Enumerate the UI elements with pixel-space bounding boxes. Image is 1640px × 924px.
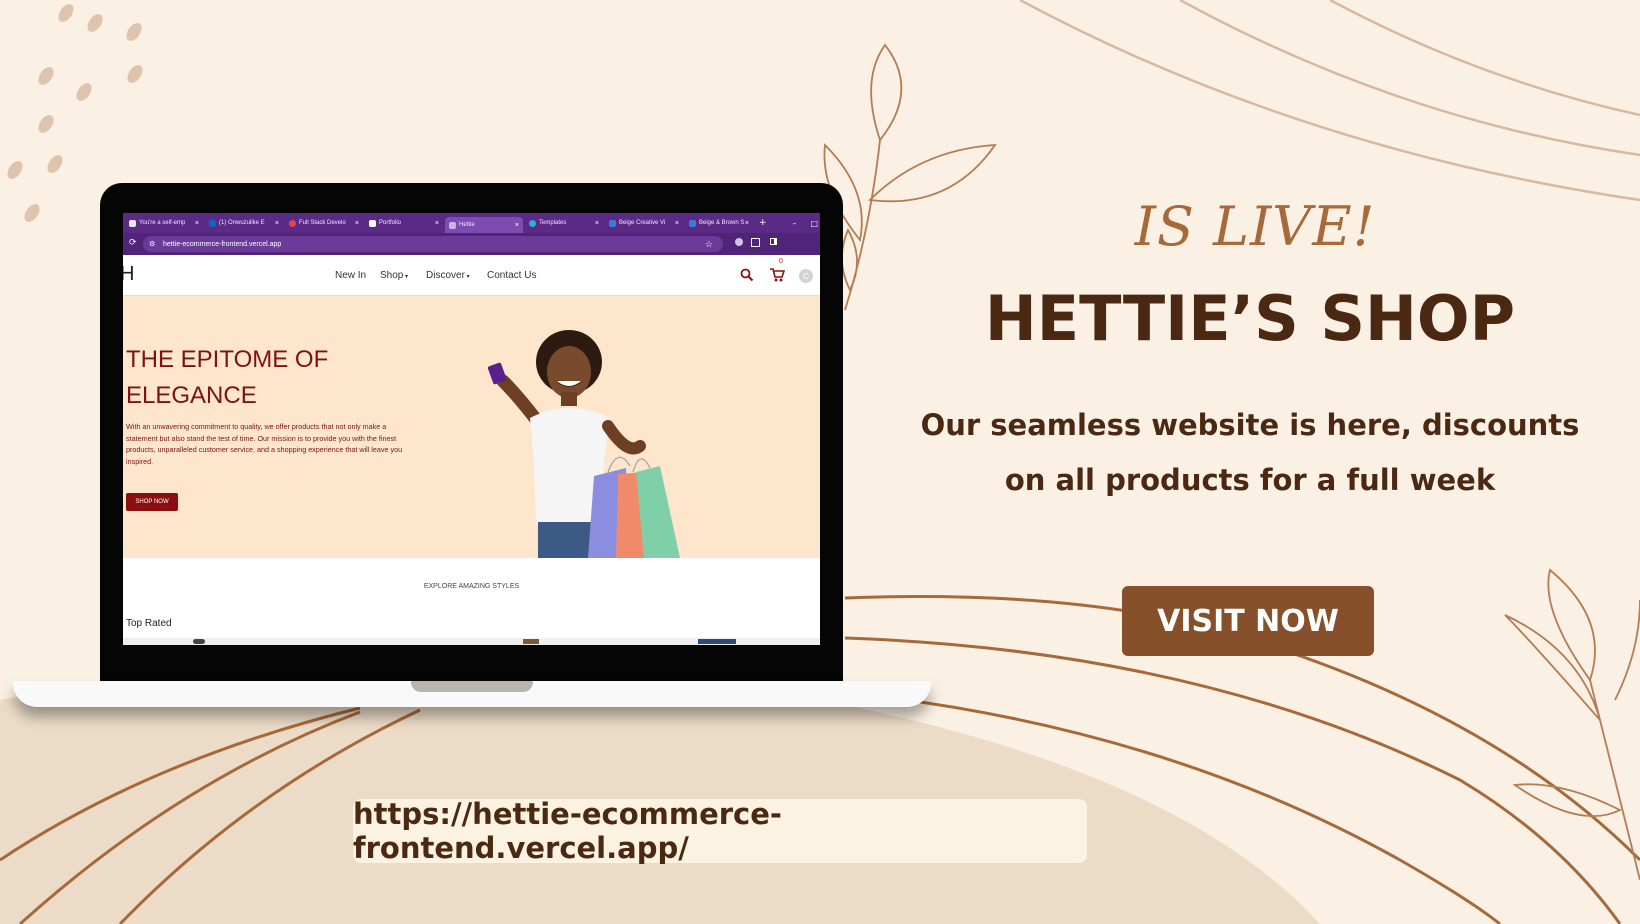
tab-favicon-icon [449,221,456,229]
nav-new-in[interactable]: New In [335,270,366,281]
nav-shop[interactable]: Shop ▾ [380,270,408,281]
hero-title: THE EPITOME OF ELEGANCE [126,342,426,414]
site-logo[interactable]: H [123,263,134,286]
minimize-button[interactable]: – [792,219,796,228]
address-input[interactable]: ⚙ hettie-ecommerce-frontend.vercel.app ☆ [143,236,723,252]
tab-label: Beige Creative Vi [619,220,666,226]
site-info-icon[interactable]: ⚙ [149,240,155,248]
tab-favicon-icon [369,219,376,227]
promo-description: Our seamless website is here, discounts … [920,398,1580,508]
leaf-branch-icon-2 [1504,568,1640,881]
cart-icon[interactable] [769,267,785,283]
tab-label: (1) Onwuzulike E [219,220,265,226]
product-strip [123,638,820,645]
browser-tab[interactable]: Beige & Brown S × [685,216,753,230]
close-icon[interactable]: × [275,220,279,227]
nav-discover[interactable]: Discover ▾ [426,270,470,281]
hero-description: With an unwavering commitment to quality… [126,422,403,466]
tagline-text: IS LIVE! [1134,195,1376,258]
extension-icon[interactable] [735,238,743,246]
tab-label: Beige & Brown S [699,220,745,226]
close-icon[interactable]: × [745,220,749,227]
browser-tab[interactable]: Templates × [525,216,603,230]
close-icon[interactable]: × [195,220,199,227]
site-url-link[interactable]: https://hettie-ecommerce-frontend.vercel… [353,797,1087,865]
close-icon[interactable]: × [595,220,599,227]
user-avatar[interactable]: C [799,269,813,283]
browser-tab[interactable]: Full Stack Develo × [285,216,363,230]
promo-line-2: on all products for a full week [1004,463,1496,497]
nav-shop-label: Shop [380,270,404,281]
reload-icon[interactable]: ⟳ [129,238,137,248]
search-icon[interactable] [740,268,754,282]
top-right-lines [1019,0,1640,202]
top-rated-heading: Top Rated [126,618,172,629]
visit-now-button[interactable]: VISIT NOW [1122,586,1374,656]
new-tab-button[interactable]: + [759,218,767,228]
tab-favicon-icon [529,219,536,227]
shop-now-button[interactable]: SHOP NOW [126,493,178,511]
browser-tab[interactable]: Portfolio × [365,216,443,230]
tab-favicon-icon [689,219,696,227]
promo-line-1: Our seamless website is here, discounts [920,408,1580,442]
puzzle-icon[interactable] [751,238,760,247]
browser-tab[interactable]: You're a self-emp × [125,216,203,230]
close-icon[interactable]: × [435,220,439,227]
nav-contact-us[interactable]: Contact Us [487,270,536,281]
browser-tab[interactable]: Beige Creative Vi × [605,216,683,230]
tab-favicon-icon [129,219,136,227]
maximize-button[interactable]: □ [810,219,818,228]
tab-favicon-icon [609,219,616,227]
chevron-down-icon: ▾ [464,274,470,280]
linkedin-icon [209,219,216,227]
chevron-down-icon: ▾ [403,274,409,280]
browser-tab-bar: You're a self-emp × (1) Onwuzulike E × Ful… [123,213,820,233]
browser-tab[interactable]: (1) Onwuzulike E × [205,216,283,230]
tab-label: You're a self-emp [139,220,186,226]
tab-label: Templates [539,220,567,226]
hero-title-line-2: ELEGANCE [126,382,257,409]
tab-label: Hettie [459,222,475,228]
browser-tab-active[interactable]: Hettie × [445,217,523,233]
close-icon[interactable]: × [355,220,359,227]
browser-address-bar: ⟳ ⚙ hettie-ecommerce-frontend.vercel.app… [123,233,820,255]
close-icon[interactable]: × [675,220,679,227]
hero-section: THE EPITOME OF ELEGANCE With an unwaveri… [123,296,820,558]
address-text: hettie-ecommerce-frontend.vercel.app [163,240,282,248]
leaf-branch-icon [823,43,997,311]
product-thumb[interactable] [698,639,736,644]
tab-favicon-icon [289,219,296,227]
sidebar-icon[interactable] [770,238,777,245]
hero-model-image [487,330,680,558]
explore-heading: EXPLORE AMAZING STYLES [423,583,520,590]
shop-title: HETTIE’S SHOP [984,282,1516,355]
product-thumb[interactable] [523,639,539,644]
tab-label: Full Stack Develo [299,220,346,226]
hero-title-line-1: THE EPITOME OF [126,346,329,373]
nav-discover-label: Discover [426,270,465,281]
close-icon[interactable]: × [515,222,519,229]
site-navbar: H New In Shop ▾ Discover ▾ Contact Us 0 … [123,255,820,296]
cart-count-badge: 0 [779,258,783,265]
bookmark-star-icon[interactable]: ☆ [705,239,713,250]
laptop-screen: You're a self-emp × (1) Onwuzulike E × Ful… [123,213,820,645]
laptop-notch [411,681,533,692]
tab-label: Portfolio [379,220,402,226]
product-thumb[interactable] [193,639,205,644]
